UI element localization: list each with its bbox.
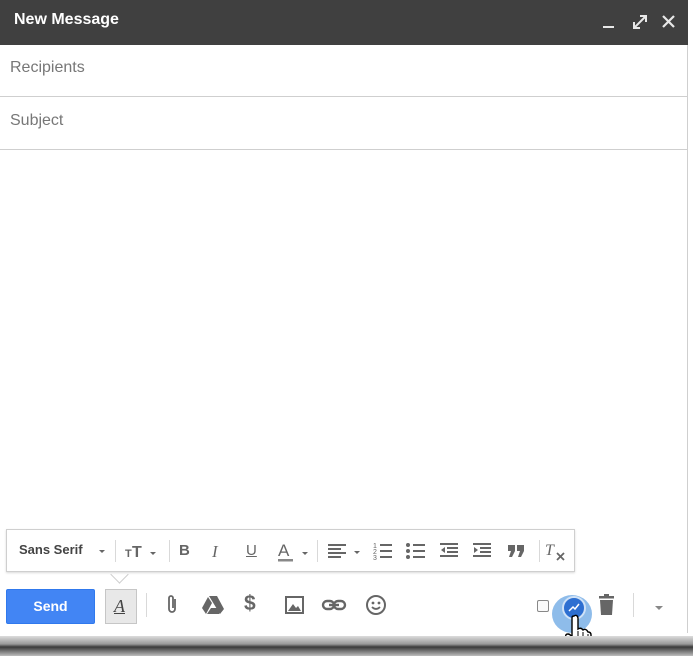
font-size-icon[interactable]: T T	[125, 540, 159, 562]
remove-formatting-icon[interactable]: T	[544, 540, 568, 562]
divider	[317, 540, 318, 562]
font-family-select[interactable]: Sans Serif	[19, 542, 83, 564]
expand-icon[interactable]	[630, 12, 650, 32]
indent-more-icon[interactable]	[472, 540, 494, 562]
minimize-icon[interactable]	[600, 12, 620, 32]
send-button[interactable]: Send	[6, 589, 95, 624]
format-toolbar: Sans Serif T T B I U A 1 2 3 T	[6, 529, 575, 572]
formatting-options-button[interactable]: A	[105, 589, 137, 624]
compose-title: New Message	[14, 11, 119, 28]
subject-input[interactable]	[10, 112, 670, 130]
compose-bottom-toolbar: Send A $	[0, 579, 688, 653]
svg-text:T: T	[125, 548, 132, 560]
divider	[115, 540, 116, 562]
drive-icon[interactable]	[201, 593, 225, 617]
text-color-icon[interactable]: A	[277, 540, 313, 562]
emoji-icon[interactable]	[364, 593, 388, 617]
subject-row	[0, 98, 688, 150]
more-options-icon[interactable]	[652, 593, 676, 617]
divider	[633, 593, 634, 617]
align-icon[interactable]	[327, 540, 365, 562]
message-body[interactable]	[0, 151, 688, 526]
underline-icon[interactable]: U	[246, 542, 257, 564]
link-icon[interactable]	[321, 593, 347, 617]
divider	[539, 540, 540, 562]
photo-icon[interactable]	[283, 593, 307, 617]
dollar-icon[interactable]: $	[244, 593, 268, 617]
bulleted-list-icon[interactable]	[405, 540, 427, 562]
chevron-down-icon[interactable]	[97, 542, 107, 564]
svg-text:T: T	[132, 544, 142, 561]
formatting-icon: A	[114, 596, 125, 616]
indent-less-icon[interactable]	[439, 540, 461, 562]
compose-titlebar[interactable]: New Message	[0, 0, 688, 45]
italic-icon[interactable]: I	[212, 542, 218, 564]
divider	[146, 593, 147, 617]
divider	[169, 540, 170, 562]
recipients-row	[0, 45, 688, 97]
numbered-list-icon[interactable]: 1 2 3	[372, 540, 394, 562]
recipients-input[interactable]	[10, 59, 670, 77]
svg-text:A: A	[278, 541, 290, 560]
attach-icon[interactable]	[161, 593, 185, 617]
svg-text:T: T	[545, 542, 555, 559]
bold-icon[interactable]: B	[179, 542, 190, 564]
svg-text:3: 3	[373, 555, 377, 562]
quote-icon[interactable]	[506, 540, 528, 562]
trash-icon[interactable]	[596, 593, 620, 617]
close-icon[interactable]	[659, 12, 679, 32]
tracking-checkbox[interactable]	[537, 600, 549, 612]
desktop-taskbar	[0, 636, 693, 656]
